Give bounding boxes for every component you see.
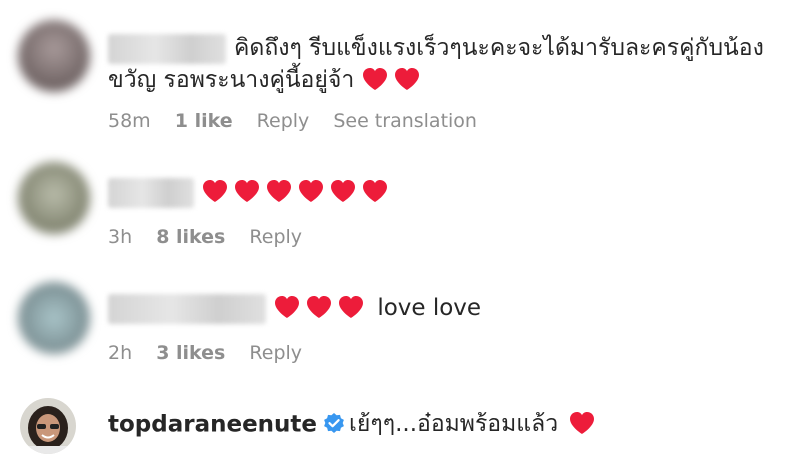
comment-body: love love	[377, 295, 482, 321]
comment-text: คิดถึงๆ รีบแข็งแรงเร็วๆนะคะจะได้มารับละค…	[108, 32, 764, 64]
username-blurred[interactable]	[108, 177, 194, 208]
heart-emoji-icon	[394, 68, 419, 90]
comment-meta: 58m 1 like Reply See translation	[108, 110, 495, 132]
username-blurred[interactable]	[108, 293, 266, 324]
likes-count[interactable]: 3 likes	[156, 342, 225, 364]
reply-button[interactable]: Reply	[257, 110, 310, 132]
comment-text-line-2: ขวัญ รอพระนางคู่นี้อยู่จ้า	[108, 67, 355, 93]
likes-count[interactable]: 8 likes	[156, 226, 225, 248]
profile-photo	[20, 398, 76, 454]
comment-meta: 2h 3 likes Reply	[108, 342, 320, 364]
heart-emoji-icon	[331, 180, 355, 202]
timestamp[interactable]: 58m	[108, 110, 151, 132]
reply-button[interactable]: Reply	[249, 342, 302, 364]
username[interactable]: topdaraneenute	[108, 412, 317, 438]
timestamp[interactable]: 2h	[108, 342, 132, 364]
comment-meta: 3h 8 likes Reply	[108, 226, 320, 248]
comment-text-line-2-row: ขวัญ รอพระนางคู่นี้อยู่จ้า	[108, 64, 426, 96]
heart-emoji-icon	[339, 296, 363, 318]
heart-emoji-icon	[570, 412, 595, 434]
timestamp[interactable]: 3h	[108, 226, 132, 248]
likes-count[interactable]: 1 like	[175, 110, 233, 132]
username-blurred[interactable]	[108, 33, 226, 64]
heart-emoji-icon	[203, 180, 227, 202]
heart-emoji-icon	[235, 180, 259, 202]
heart-emoji-icon	[362, 68, 387, 90]
avatar[interactable]	[20, 398, 76, 454]
avatar[interactable]	[18, 20, 90, 92]
heart-emoji-icon	[267, 180, 291, 202]
comment-text	[108, 176, 394, 208]
comment-body: เย้ๆๆ...อ๋อมพร้อมแล้ว	[349, 411, 559, 437]
comment-text-line-1: คิดถึงๆ รีบแข็งแรงเร็วๆนะคะจะได้มารับละค…	[234, 35, 764, 61]
avatar[interactable]	[18, 282, 90, 354]
heart-emoji-icon	[363, 180, 387, 202]
comment-text: love love	[108, 292, 481, 324]
heart-emoji-icon	[299, 180, 323, 202]
reply-button[interactable]: Reply	[249, 226, 302, 248]
see-translation-button[interactable]: See translation	[333, 110, 477, 132]
heart-emoji-icon	[307, 296, 331, 318]
heart-emoji-icon	[275, 296, 299, 318]
avatar[interactable]	[18, 162, 90, 234]
comment-text: topdaraneenute เย้ๆๆ...อ๋อมพร้อมแล้ว	[108, 408, 601, 441]
verified-badge-icon	[324, 413, 344, 433]
